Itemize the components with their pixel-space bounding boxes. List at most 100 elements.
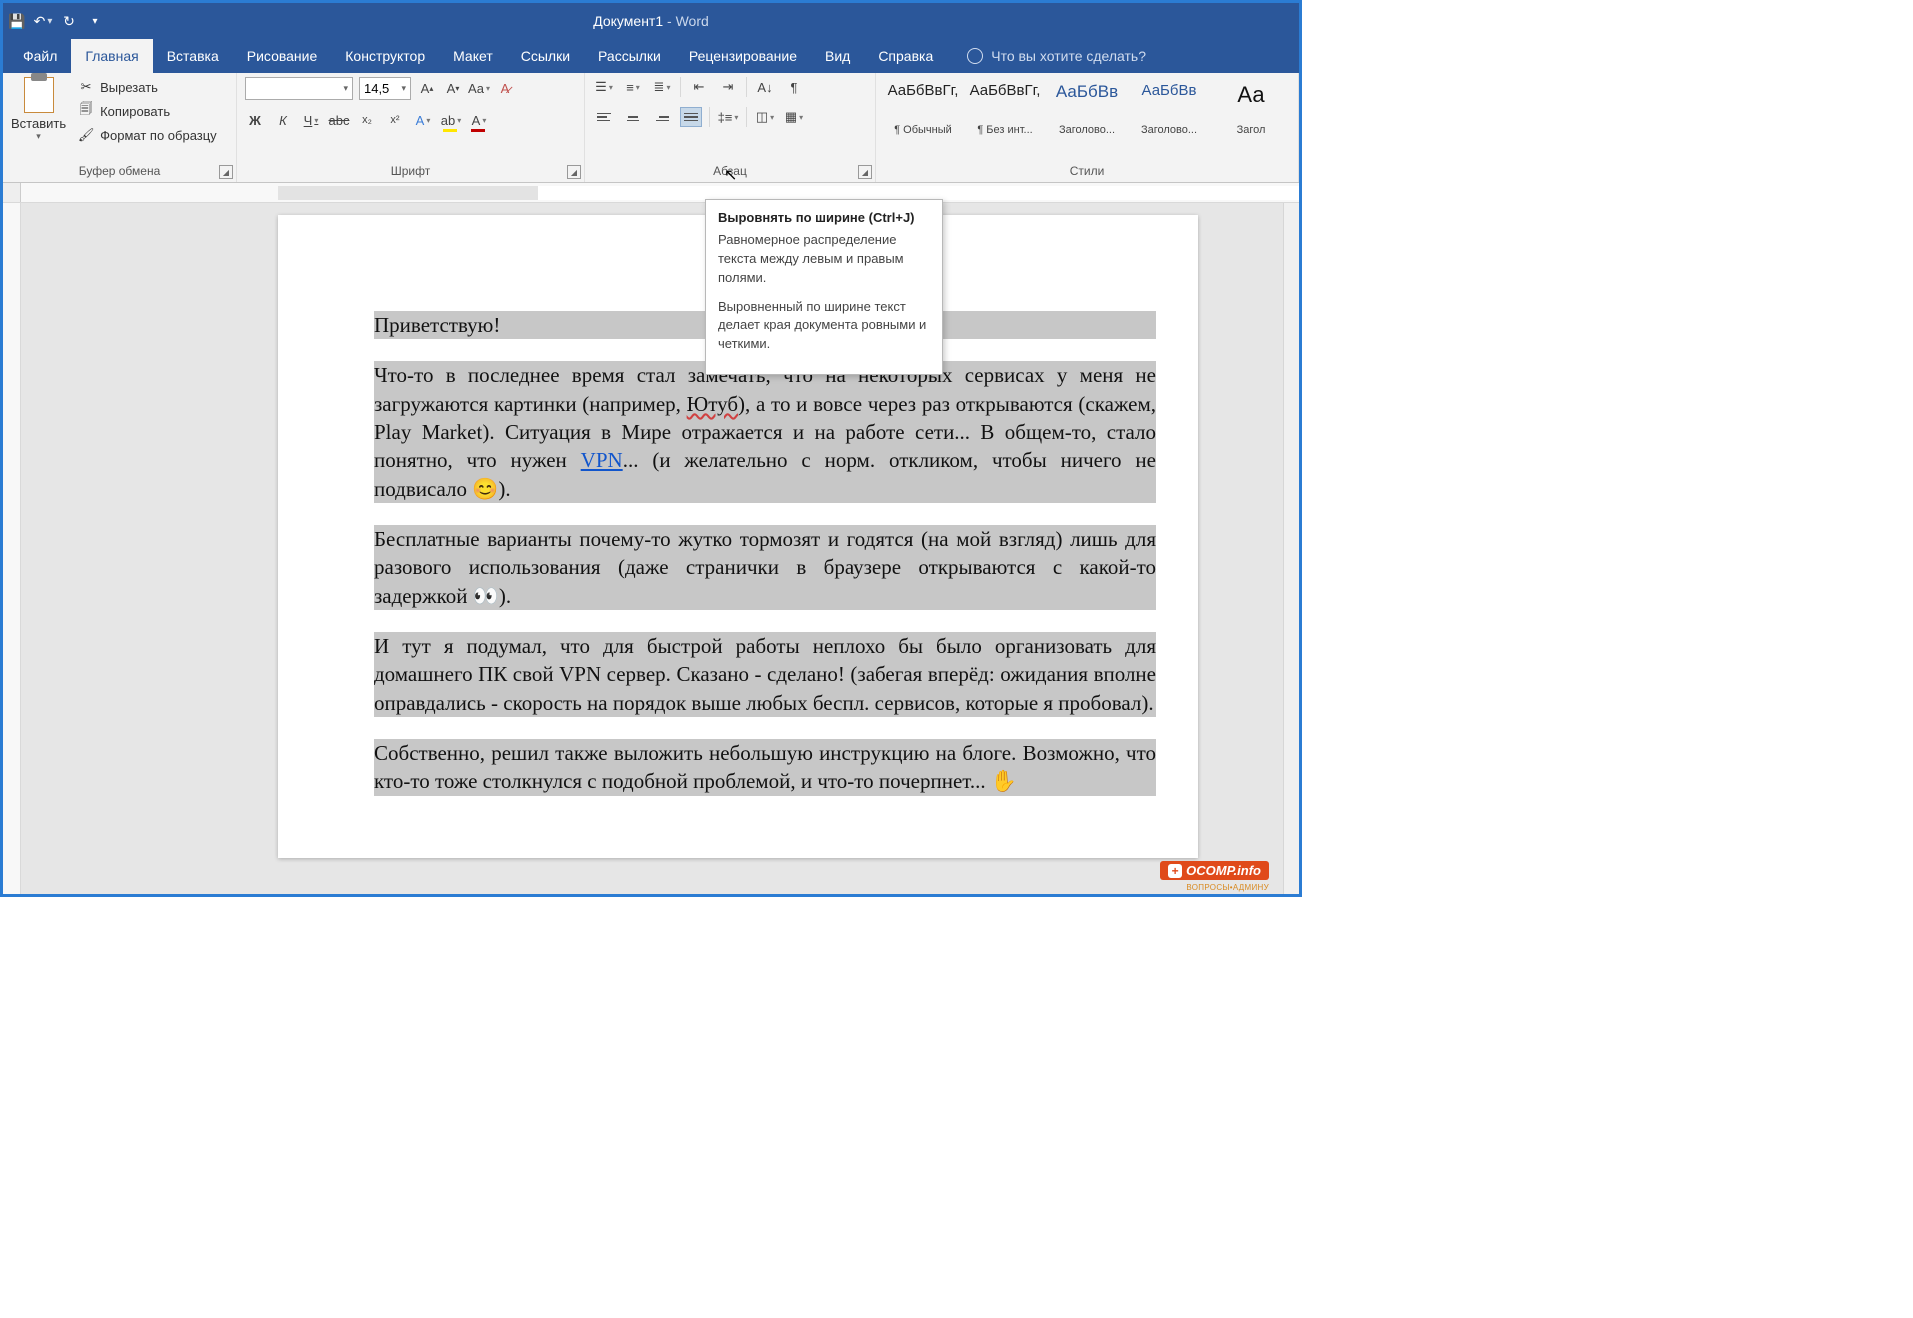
doc-p2[interactable]: Что-то в последнее время стал замечать, … [374,361,1156,503]
paste-button[interactable]: Вставить ▾ [11,77,72,161]
text-effects-button[interactable]: A [413,110,433,130]
tab-file[interactable]: Файл [9,39,71,73]
watermark-text: OCOMP.info [1186,863,1261,878]
tab-design[interactable]: Конструктор [331,39,439,73]
tab-review[interactable]: Рецензирование [675,39,811,73]
cut-button[interactable]: ✂ Вырезать [76,77,219,97]
save-icon[interactable]: 💾 [9,13,25,29]
scissors-icon: ✂ [78,79,94,95]
app-name: Word [676,13,709,29]
undo-icon[interactable]: ↶▾ [35,13,51,29]
grow-font-button[interactable]: A▴ [417,79,437,99]
font-size-combo[interactable]: 14,5▾ [359,77,411,100]
tab-mailings[interactable]: Рассылки [584,39,675,73]
bold-button[interactable]: Ж [245,110,265,130]
title-sep: - [663,13,675,29]
line-spacing-button[interactable]: ‡≡ [717,107,739,127]
group-paragraph: ☰ ≡ ≣ ⇤ ⇥ A↓ ¶ ‡≡ ◫ ▦ Абза [585,73,876,182]
style-title-preview: Аа [1237,82,1264,108]
align-justify-button[interactable] [680,107,702,127]
font-name-combo[interactable]: ▾ [245,77,353,100]
italic-button[interactable]: К [273,110,293,130]
show-marks-button[interactable]: ¶ [783,77,805,97]
group-paragraph-label: Абзац [585,161,875,182]
group-styles-label: Стили [876,161,1298,182]
watermark-sub: ВОПРОСЫ•АДМИНУ [1186,883,1269,892]
highlight-button[interactable]: ab [441,110,461,130]
redo-icon[interactable]: ↻ [61,13,77,29]
align-right-button[interactable] [651,107,673,127]
justify-tooltip: Выровнять по ширине (Ctrl+J) Равномерное… [705,199,943,375]
watermark: + OCOMP.info [1160,861,1269,880]
tell-me-text: Что вы хотите сделать? [991,48,1146,64]
tell-me[interactable]: Что вы хотите сделать? [967,39,1146,73]
style-title[interactable]: Аа Загол [1212,79,1290,139]
increase-indent-button[interactable]: ⇥ [717,77,739,97]
shading-button[interactable]: ◫ [754,107,776,127]
tooltip-p1: Равномерное распределение текста между л… [718,231,930,288]
style-heading1[interactable]: АаБбВв Заголово... [1048,79,1126,139]
numbering-button[interactable]: ≡ [622,77,644,97]
format-painter-button[interactable]: 🖌Формат по образцу [76,125,219,145]
spellcheck-word[interactable]: Ютуб [687,392,738,416]
clear-formatting-button[interactable]: A̷ [495,79,515,99]
tab-layout[interactable]: Макет [439,39,507,73]
sort-button[interactable]: A↓ [754,77,776,97]
clipboard-dialog-launcher[interactable]: ◢ [219,165,233,179]
borders-button[interactable]: ▦ [783,107,805,127]
group-font-label: Шрифт [237,161,584,182]
tab-home[interactable]: Главная [71,39,152,73]
plus-icon: + [1168,864,1182,878]
align-center-button[interactable] [622,107,644,127]
format-painter-label: Формат по образцу [100,128,217,143]
underline-button[interactable]: Ч [301,110,321,130]
superscript-button[interactable]: x² [385,110,405,130]
decrease-indent-button[interactable]: ⇤ [688,77,710,97]
ribbon-tabs: Файл Главная Вставка Рисование Конструкт… [3,39,1299,73]
style-no-spacing-name: Без инт... [969,124,1041,136]
tab-insert[interactable]: Вставка [153,39,233,73]
style-heading1-name: Заголово... [1051,124,1123,136]
strikethrough-button[interactable]: abc [329,110,349,130]
style-heading2-name: Заголово... [1133,124,1205,136]
style-no-spacing-preview: АаБбВвГг, [970,82,1041,99]
group-font: ▾ 14,5▾ A▴ A▾ Aa A̷ Ж К Ч abc x₂ x² A ab… [237,73,585,182]
font-dialog-launcher[interactable]: ◢ [567,165,581,179]
cut-label: Вырезать [100,80,158,95]
tab-draw[interactable]: Рисование [233,39,332,73]
ribbon: Вставить ▾ ✂ Вырезать 🗐 Копировать 🖌Формат… [3,73,1299,183]
tab-view[interactable]: Вид [811,39,864,73]
style-heading2[interactable]: АаБбВв Заголово... [1130,79,1208,139]
doc-p3[interactable]: Бесплатные варианты почему-то жутко торм… [374,525,1156,610]
paste-label: Вставить [11,116,66,131]
style-normal-preview: АаБбВвГг, [888,82,959,99]
style-no-spacing[interactable]: АаБбВвГг, Без инт... [966,79,1044,139]
bullets-button[interactable]: ☰ [593,77,615,97]
copy-icon: 🗐 [78,103,94,119]
font-color-button[interactable]: A [469,110,489,130]
document-canvas[interactable]: Приветствую! Что-то в последнее время ст… [21,203,1299,894]
vertical-scrollbar[interactable] [1283,203,1299,894]
multilevel-button[interactable]: ≣ [651,77,673,97]
align-left-button[interactable] [593,107,615,127]
copy-button[interactable]: 🗐 Копировать [76,101,219,121]
window-title: Документ1 - Word [593,13,709,29]
copy-label: Копировать [100,104,170,119]
change-case-button[interactable]: Aa [469,79,489,99]
paragraph-dialog-launcher[interactable]: ◢ [858,165,872,179]
style-heading1-preview: АаБбВв [1056,82,1118,102]
shrink-font-button[interactable]: A▾ [443,79,463,99]
qa-customize-icon[interactable]: ▾ [87,13,103,29]
document-area: Приветствую! Что-то в последнее время ст… [3,203,1299,894]
doc-p4[interactable]: И тут я подумал, что для быстрой работы … [374,632,1156,717]
tab-help[interactable]: Справка [864,39,947,73]
document-text[interactable]: Приветствую! Что-то в последнее время ст… [374,311,1156,796]
subscript-button[interactable]: x₂ [357,110,377,130]
vpn-link[interactable]: VPN [581,448,623,472]
horizontal-ruler[interactable] [3,183,1299,203]
group-styles: АаБбВвГг, Обычный АаБбВвГг, Без инт... А… [876,73,1299,182]
tab-references[interactable]: Ссылки [507,39,584,73]
doc-p5[interactable]: Собственно, решил также выложить небольш… [374,739,1156,796]
style-normal[interactable]: АаБбВвГг, Обычный [884,79,962,139]
vertical-ruler[interactable] [3,203,21,894]
